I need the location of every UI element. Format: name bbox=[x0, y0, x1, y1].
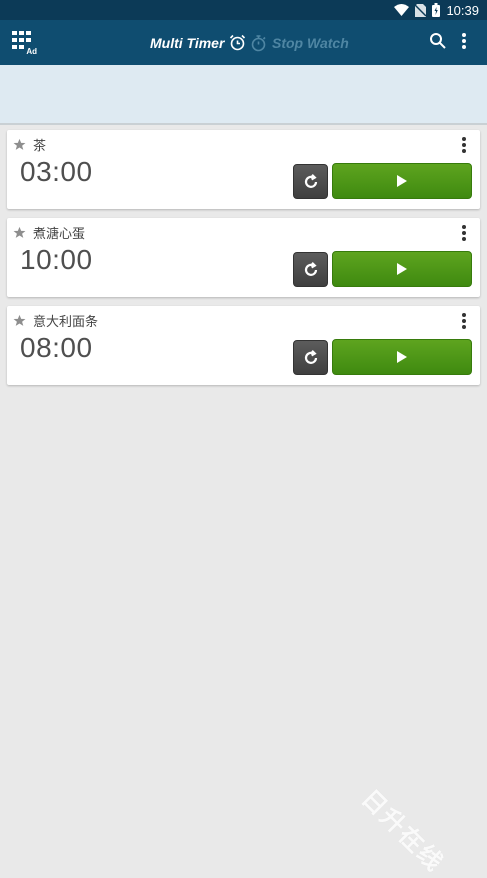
play-icon bbox=[395, 262, 409, 276]
tab-label: Stop Watch bbox=[272, 34, 349, 51]
search-icon bbox=[429, 32, 449, 50]
ad-apps-button[interactable]: Ad bbox=[12, 31, 37, 56]
timer-name: 茶 bbox=[33, 139, 47, 154]
tab-label: Multi Timer bbox=[150, 34, 225, 51]
reset-icon bbox=[302, 173, 320, 191]
star-icon[interactable] bbox=[13, 314, 26, 327]
timer-time[interactable]: 08:00 bbox=[20, 332, 93, 364]
timer-time[interactable]: 03:00 bbox=[20, 156, 93, 188]
no-sim-icon bbox=[415, 3, 427, 17]
reset-button[interactable] bbox=[293, 252, 328, 287]
overflow-menu-icon bbox=[462, 225, 466, 241]
star-icon[interactable] bbox=[13, 226, 26, 239]
overflow-menu-icon bbox=[462, 313, 466, 329]
reset-icon bbox=[302, 349, 320, 367]
divider bbox=[0, 123, 487, 125]
play-icon bbox=[395, 350, 409, 364]
stopwatch-icon bbox=[250, 34, 267, 52]
play-button[interactable] bbox=[332, 339, 472, 375]
play-button[interactable] bbox=[332, 251, 472, 287]
timer-name: 煮溏心蛋 bbox=[33, 227, 86, 242]
status-bar: 10:39 bbox=[0, 0, 487, 20]
ad-banner-area bbox=[0, 65, 487, 123]
overflow-menu-button[interactable] bbox=[461, 32, 481, 52]
timer-card: 煮溏心蛋 10:00 bbox=[7, 218, 480, 297]
watermark: 日升在线 bbox=[355, 784, 450, 878]
overflow-menu-icon bbox=[462, 137, 466, 153]
timer-card: 茶 03:00 bbox=[7, 130, 480, 209]
app-bar: Ad Multi Timer Stop Watch bbox=[0, 20, 487, 85]
alarm-clock-icon bbox=[229, 34, 246, 51]
reset-icon bbox=[302, 261, 320, 279]
battery-icon bbox=[432, 3, 441, 17]
card-menu-button[interactable] bbox=[457, 312, 471, 330]
status-time: 10:39 bbox=[446, 2, 479, 18]
ad-label: Ad bbox=[26, 47, 37, 56]
tab-multi-timer[interactable]: Multi Timer bbox=[150, 20, 246, 65]
timer-name: 意大利面条 bbox=[33, 315, 99, 330]
reset-button[interactable] bbox=[293, 340, 328, 375]
overflow-menu-icon bbox=[461, 32, 481, 50]
search-button[interactable] bbox=[429, 32, 449, 52]
timer-card: 意大利面条 08:00 bbox=[7, 306, 480, 385]
play-icon bbox=[395, 174, 409, 188]
reset-button[interactable] bbox=[293, 164, 328, 199]
wifi-icon bbox=[394, 4, 410, 16]
card-menu-button[interactable] bbox=[457, 136, 471, 154]
card-menu-button[interactable] bbox=[457, 224, 471, 242]
timer-time[interactable]: 10:00 bbox=[20, 244, 93, 276]
play-button[interactable] bbox=[332, 163, 472, 199]
star-icon[interactable] bbox=[13, 138, 26, 151]
tab-stop-watch[interactable]: Stop Watch bbox=[250, 20, 349, 65]
